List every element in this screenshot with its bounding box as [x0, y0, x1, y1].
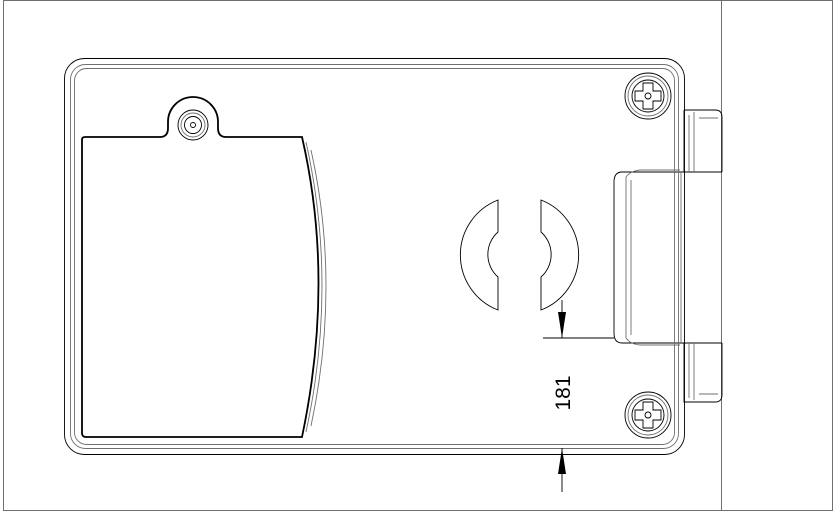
phillips-screw-bottom-icon: [624, 391, 672, 439]
mounting-plate-inner: [70, 64, 679, 449]
flip-cover: [81, 96, 327, 438]
lower-hinge-knuckle: [683, 343, 723, 403]
mounting-plate-inner-2: [74, 68, 675, 445]
mounting-plate-outer: [64, 58, 685, 455]
upper-hinge-knuckle: [683, 109, 723, 172]
sheet-border: [3, 0, 833, 511]
dimension-label: 181: [552, 375, 575, 410]
technical-drawing: 181: [3, 0, 833, 511]
latch-block: [613, 169, 722, 346]
torx-screw-icon: [177, 109, 209, 141]
dimension-181: 181: [543, 300, 614, 492]
phillips-screw-top-icon: [624, 72, 672, 120]
cam-arcs: [459, 199, 580, 311]
